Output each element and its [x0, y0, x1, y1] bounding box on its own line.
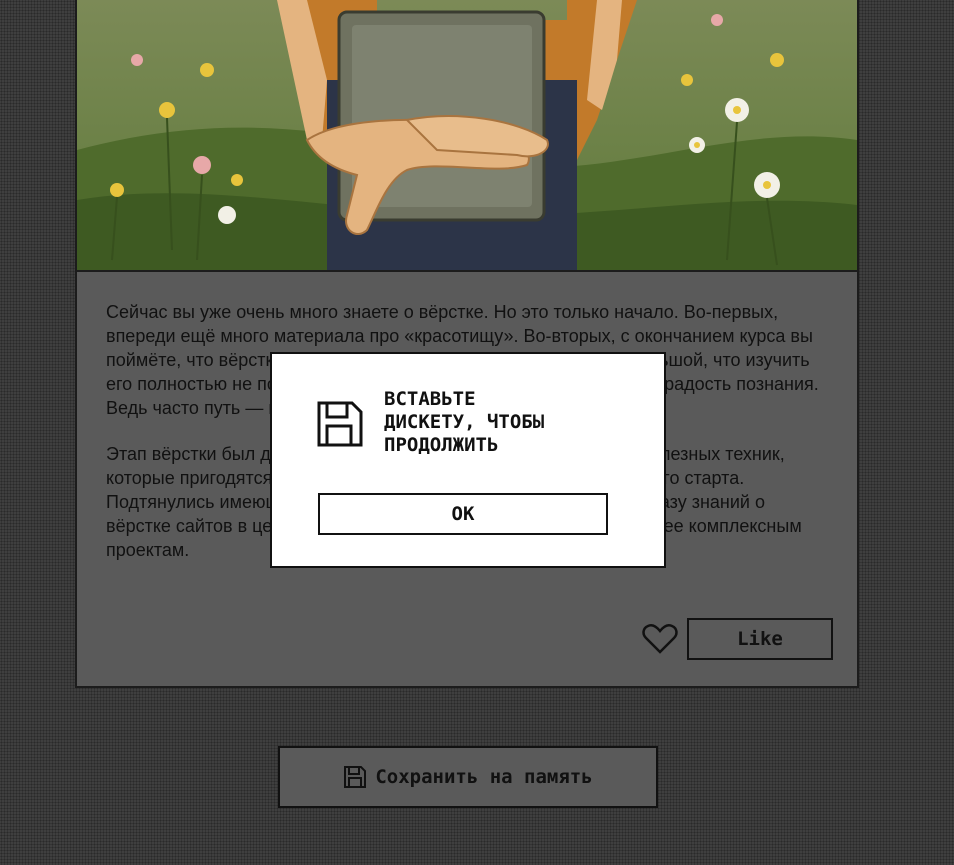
post-card: Сейчас вы уже очень много знаете о вёрст… [75, 0, 859, 688]
insert-disk-dialog: ВСТАВЬТЕ ДИСКЕТУ, ЧТОБЫ ПРОДОЛЖИТЬ OK [270, 352, 666, 568]
floppy-disk-icon [317, 401, 363, 447]
save-to-memory-button[interactable]: Сохранить на память [278, 746, 658, 808]
save-button-label: Сохранить на память [375, 766, 593, 788]
girl-with-book-illustration [77, 0, 857, 270]
like-button[interactable]: Like [687, 618, 833, 660]
dialog-message: ВСТАВЬТЕ ДИСКЕТУ, ЧТОБЫ ПРОДОЛЖИТЬ [384, 388, 545, 456]
ok-button[interactable]: OK [318, 493, 608, 535]
heart-icon[interactable] [642, 623, 678, 655]
post-illustration [77, 0, 857, 272]
floppy-disk-icon [344, 766, 367, 788]
